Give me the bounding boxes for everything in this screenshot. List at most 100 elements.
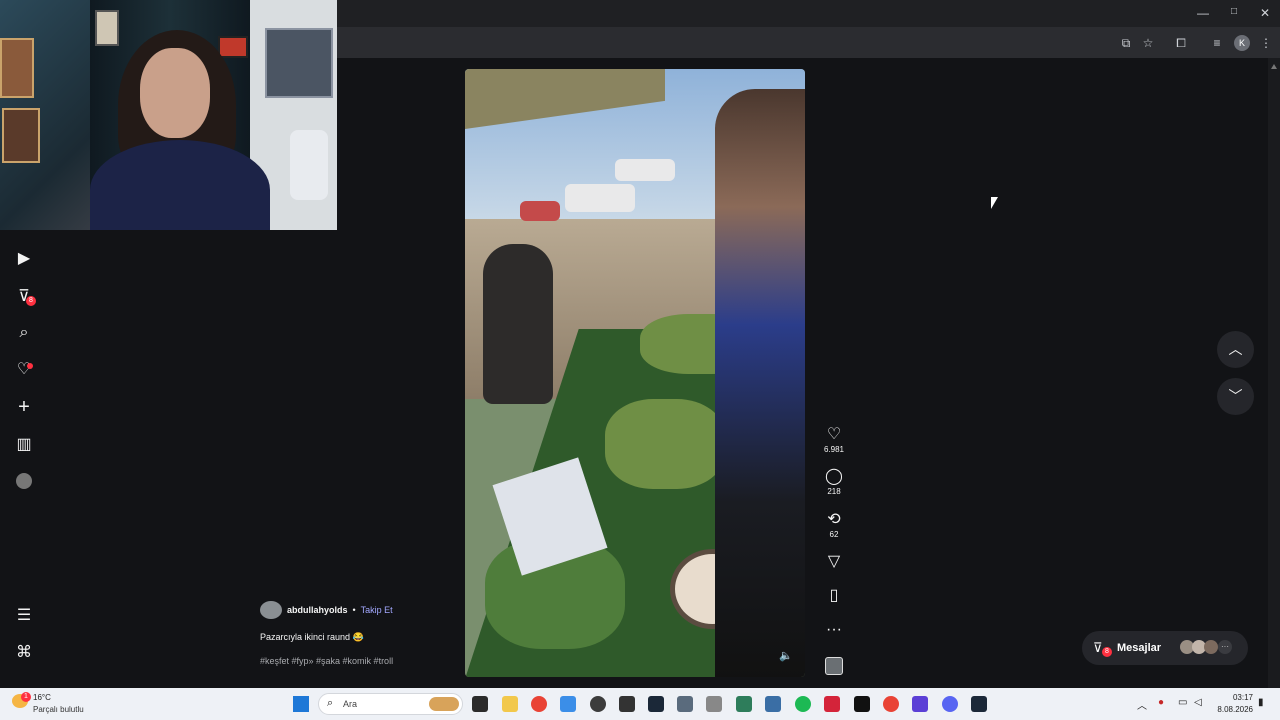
webcam-poster bbox=[2, 108, 40, 163]
extensions-icon[interactable]: ⧠ bbox=[1173, 35, 1189, 51]
repost-button[interactable]: ⟲ 62 bbox=[817, 510, 851, 540]
chevron-up-icon: ︿ bbox=[1228, 341, 1243, 357]
clock-time[interactable]: 03:17 bbox=[1215, 693, 1253, 702]
like-button[interactable]: ♡ 6.981 bbox=[817, 425, 851, 455]
create-plus-icon[interactable]: + bbox=[15, 397, 33, 417]
terminal-icon[interactable] bbox=[854, 696, 870, 712]
discord-icon[interactable] bbox=[942, 696, 958, 712]
maximize-button[interactable]: □ bbox=[1224, 6, 1244, 17]
volume-icon[interactable]: ◁ bbox=[1194, 697, 1202, 708]
webcam-person-face bbox=[140, 48, 210, 138]
minimize-button[interactable]: — bbox=[1193, 6, 1213, 20]
repost-icon: ⟲ bbox=[827, 511, 841, 528]
more-contacts-icon: ··· bbox=[1218, 640, 1232, 654]
webcam-person-shirt bbox=[90, 140, 270, 230]
app-icon[interactable] bbox=[912, 696, 928, 712]
previous-reel-button[interactable]: ︿ bbox=[1217, 331, 1254, 368]
video-car bbox=[615, 159, 675, 181]
dashboard-chart-icon[interactable]: ▥ bbox=[15, 436, 33, 454]
comment-button[interactable]: ◯ 218 bbox=[817, 467, 851, 497]
dm-badge: 8 bbox=[26, 296, 36, 306]
apps-grid-icon[interactable]: ⌘ bbox=[15, 644, 33, 662]
repost-count: 62 bbox=[829, 530, 839, 539]
chrome-icon[interactable] bbox=[531, 696, 547, 712]
bookmark-star-icon[interactable]: ☆ bbox=[1140, 35, 1156, 51]
send-icon: ⊽ bbox=[1093, 640, 1103, 655]
microphone-icon[interactable]: ● bbox=[1158, 697, 1164, 708]
mouse-cursor bbox=[991, 197, 998, 209]
calculator-icon[interactable] bbox=[677, 696, 693, 712]
mute-icon[interactable]: 🔈 bbox=[779, 649, 793, 662]
notification-dot bbox=[27, 363, 33, 369]
notepad-icon[interactable] bbox=[765, 696, 781, 712]
contact-avatar bbox=[1204, 640, 1218, 654]
video-vendor-woman bbox=[483, 244, 553, 404]
close-button[interactable]: ✕ bbox=[1255, 6, 1275, 20]
notification-bell-icon[interactable]: ▮ bbox=[1258, 697, 1264, 708]
webcam-poster bbox=[265, 28, 333, 98]
save-button[interactable]: ▯ bbox=[817, 586, 851, 606]
file-explorer-icon[interactable] bbox=[502, 696, 518, 712]
install-app-icon[interactable]: ⧉ bbox=[1118, 35, 1134, 51]
webcam-frame bbox=[95, 10, 119, 46]
clock-date[interactable]: 8.08.2026 bbox=[1213, 705, 1253, 714]
snipping-tool-icon[interactable] bbox=[736, 696, 752, 712]
next-reel-button[interactable]: ﹀ bbox=[1217, 378, 1254, 415]
media-control-icon[interactable]: ≡ bbox=[1209, 35, 1225, 51]
separator-dot: • bbox=[352, 605, 356, 615]
webcam-microphone bbox=[290, 130, 328, 200]
post-caption: Pazarcıyla ikinci raund 😂 bbox=[260, 632, 364, 642]
weather-text[interactable]: Parçalı bulutlu bbox=[33, 705, 84, 714]
steam-icon[interactable] bbox=[648, 696, 664, 712]
bookmark-icon: ▯ bbox=[829, 587, 839, 604]
video-car bbox=[565, 184, 635, 212]
profile-avatar-icon[interactable] bbox=[16, 473, 32, 489]
menu-kebab-icon[interactable]: ⋮ bbox=[1258, 35, 1274, 51]
audio-thumbnail[interactable] bbox=[825, 657, 843, 675]
weather-alert-badge: 1 bbox=[21, 692, 31, 702]
app-icon[interactable] bbox=[619, 696, 635, 712]
profile-avatar[interactable]: K bbox=[1234, 35, 1250, 51]
video-green-beans bbox=[605, 399, 725, 489]
author-avatar[interactable] bbox=[260, 601, 282, 619]
video-car bbox=[520, 201, 560, 221]
search-placeholder: Ara bbox=[343, 699, 358, 709]
more-dots-icon: ··· bbox=[826, 621, 842, 638]
app-icon[interactable] bbox=[824, 696, 840, 712]
follow-button[interactable]: Takip Et bbox=[361, 605, 393, 615]
spotify-icon[interactable] bbox=[795, 696, 811, 712]
chrome-icon[interactable] bbox=[883, 696, 899, 712]
outlook-icon[interactable] bbox=[560, 696, 576, 712]
page-scrollbar[interactable] bbox=[1268, 58, 1280, 688]
taskbar-search[interactable]: ⌕ Ara bbox=[318, 693, 463, 715]
windows-taskbar: 1 16°C Parçalı bulutlu ⌕ Ara ︿ ● ▭ ◁ 03:… bbox=[0, 688, 1280, 720]
webcam-poster bbox=[0, 38, 34, 98]
weather-temperature[interactable]: 16°C bbox=[33, 693, 51, 702]
comment-count: 218 bbox=[827, 487, 841, 496]
like-count: 6.981 bbox=[823, 445, 845, 454]
author-username[interactable]: abdullahyolds bbox=[287, 605, 348, 615]
video-vendor-man bbox=[715, 89, 805, 677]
post-hashtags[interactable]: #keşfet #fyp» #şaka #komik #troll bbox=[260, 656, 393, 666]
search-icon: ⌕ bbox=[327, 697, 334, 709]
share-button[interactable]: ▽ bbox=[817, 552, 851, 572]
messages-label: Mesajlar bbox=[1117, 642, 1162, 654]
more-menu-icon[interactable]: ☰ bbox=[15, 607, 33, 625]
search-highlight-image bbox=[429, 697, 459, 711]
more-options-button[interactable]: ··· bbox=[817, 620, 851, 640]
search-icon[interactable]: ⌕ bbox=[15, 324, 33, 342]
start-windows-icon[interactable] bbox=[293, 696, 309, 712]
reel-video[interactable]: 🔈 bbox=[465, 69, 805, 677]
chevron-down-icon: ﹀ bbox=[1228, 388, 1243, 404]
steam-icon[interactable] bbox=[971, 696, 987, 712]
messages-pill[interactable]: ⊽ 8 Mesajlar ··· bbox=[1082, 631, 1248, 665]
obs-icon[interactable] bbox=[590, 696, 606, 712]
network-icon[interactable]: ▭ bbox=[1178, 697, 1187, 708]
messages-badge: 8 bbox=[1102, 647, 1112, 657]
task-view-icon[interactable] bbox=[472, 696, 488, 712]
tray-chevron-up-icon[interactable]: ︿ bbox=[1137, 697, 1147, 712]
app-icon[interactable] bbox=[706, 696, 722, 712]
webcam-overlay bbox=[0, 0, 337, 230]
reels-icon[interactable]: ▶ bbox=[15, 250, 33, 268]
comment-bubble-icon: ◯ bbox=[825, 468, 843, 485]
